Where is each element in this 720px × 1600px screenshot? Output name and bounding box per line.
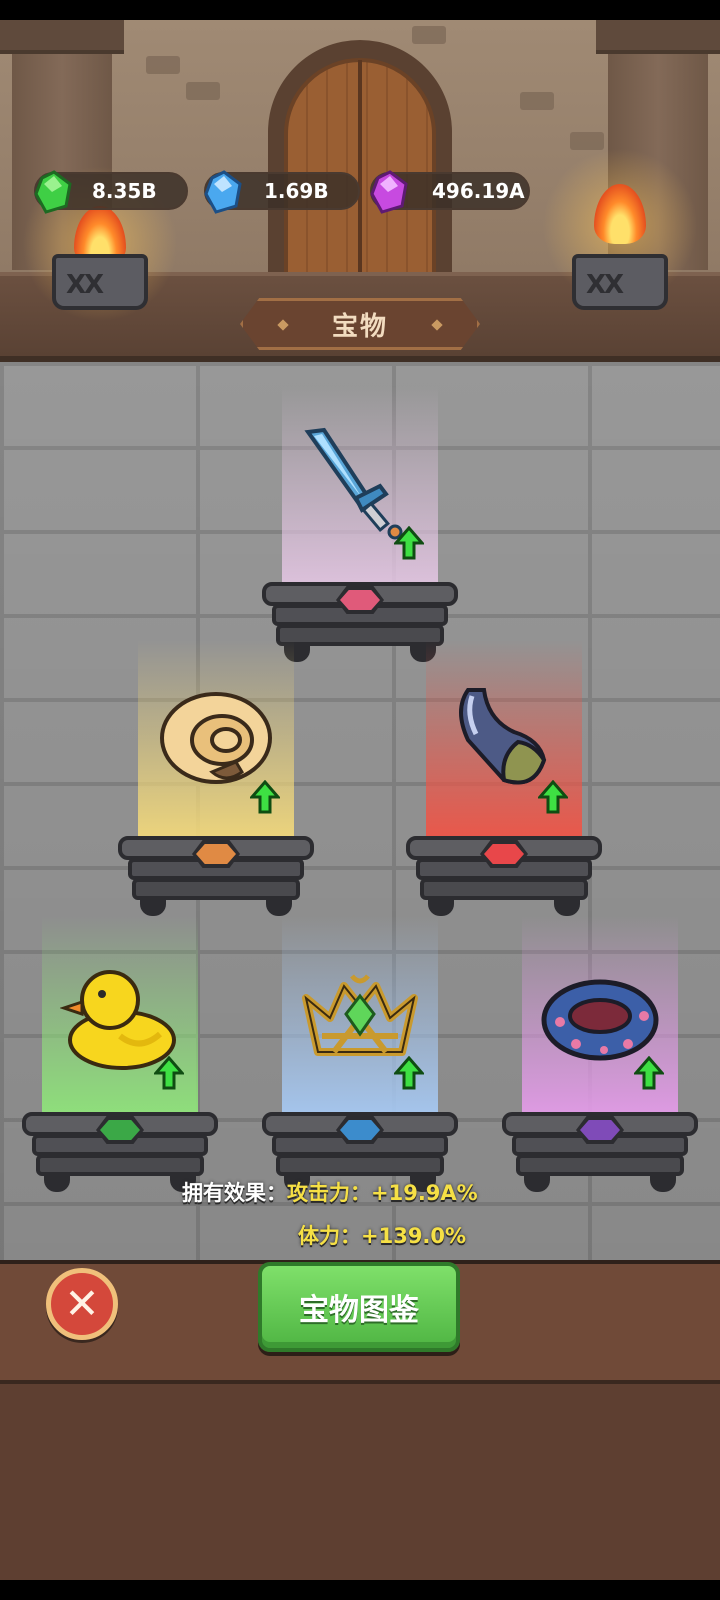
close-icon: ✕ xyxy=(64,1279,100,1328)
page-title: 宝物 xyxy=(331,311,388,342)
currency-value: 496.19A xyxy=(432,179,525,203)
currency-green: 8.35B xyxy=(34,170,188,214)
upgrade-arrow-icon xyxy=(394,1056,424,1090)
treasure-slot-swim-ring[interactable] xyxy=(502,916,698,1206)
treasure-slot-ice-sword[interactable] xyxy=(262,386,458,676)
treasure-codex-button[interactable]: 宝物图鉴 xyxy=(258,1262,460,1352)
upgrade-arrow-icon xyxy=(250,780,280,814)
treasure-slot-ammonite-shell[interactable] xyxy=(118,640,314,930)
currency-value: 8.35B xyxy=(92,179,157,203)
currency-value: 1.69B xyxy=(264,179,329,203)
upgrade-arrow-icon xyxy=(394,526,424,560)
treasure-slot-horn-vial[interactable] xyxy=(406,640,602,930)
blue-gem-icon xyxy=(204,170,242,214)
currency-purple: 496.19A xyxy=(370,170,530,214)
purple-gem-icon xyxy=(370,170,408,214)
brazier-right: XX xyxy=(542,148,698,310)
brazier-left: XX xyxy=(22,166,178,322)
upgrade-arrow-icon xyxy=(538,780,568,814)
attack-effect: 攻击力：+19.9A% xyxy=(287,1181,478,1205)
upgrade-arrow-icon xyxy=(634,1056,664,1090)
title-plate: 宝物 xyxy=(240,298,480,350)
green-gem-icon xyxy=(34,170,72,214)
effects-label: 拥有效果： xyxy=(182,1181,287,1205)
close-button[interactable]: ✕ xyxy=(46,1268,118,1340)
treasure-codex-label: 宝物图鉴 xyxy=(299,1293,419,1328)
treasure-slot-golden-crown[interactable] xyxy=(262,916,458,1206)
currency-blue: 1.69B xyxy=(204,170,360,214)
stamina-effect: 体力：+139.0% xyxy=(298,1224,467,1248)
treasure-slot-rubber-duck[interactable] xyxy=(22,916,218,1206)
upgrade-arrow-icon xyxy=(154,1056,184,1090)
